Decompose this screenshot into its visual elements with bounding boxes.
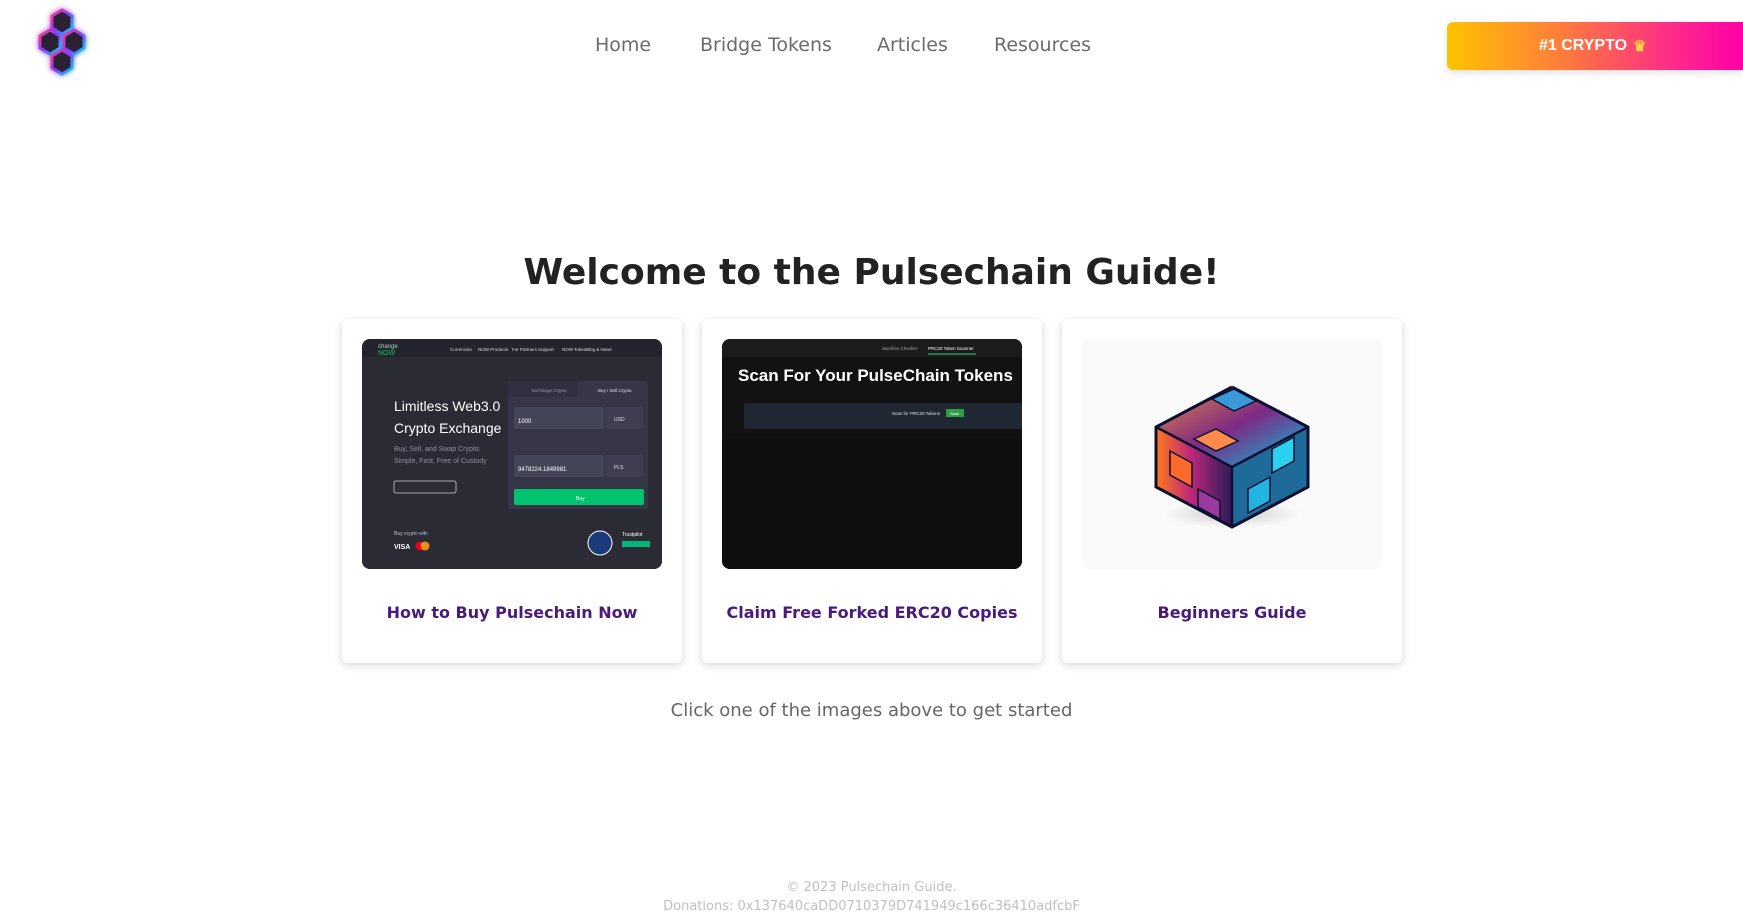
thumb-scan-text: Scan for PRC20 Tokens	[892, 411, 941, 416]
thumb-buy-button: Buy	[576, 496, 585, 502]
footer: © 2023 Pulsechain Guide. Donations: 0x13…	[0, 878, 1743, 916]
thumb-send-value: 1000	[518, 419, 532, 425]
thumb-headline-2: Crypto Exchange	[394, 420, 502, 436]
thumb-menu-4: Support	[538, 347, 555, 352]
card-label: How to Buy Pulsechain Now	[386, 603, 638, 622]
thumb-tagline-2: Simple, Fast, Free of Custody	[394, 458, 487, 465]
footer-donations: Donations: 0x137640caDD0710379D741949c16…	[663, 899, 1080, 914]
thumb-tagline-1: Buy, Sell, and Swap Crypto:	[394, 446, 481, 453]
thumb-tab-1: Exchange Crypto	[532, 388, 567, 393]
thumb-menu-1: Currencies	[450, 347, 473, 352]
get-started-hint: Click one of the images above to get sta…	[670, 700, 1073, 721]
thumb-tab-1: Sacrifice Checker	[882, 346, 918, 351]
thumb-brand-bottom: NOW	[378, 350, 396, 357]
token-scanner-screenshot-image: Sacrifice Checker PRC20 Token Scanner Sc…	[722, 339, 1022, 569]
thumb-headline: Scan For Your PulseChain Tokens	[738, 366, 1013, 385]
thumb-menu-3: For Partners	[512, 347, 538, 352]
hexagon-cube-image	[1082, 339, 1382, 569]
thumb-tab-2: Buy / Sell Crypto	[598, 388, 632, 393]
page-title: Welcome to the Pulsechain Guide!	[523, 252, 1220, 293]
nav-resources-link[interactable]: Resources	[994, 34, 1091, 56]
card-how-to-buy[interactable]: change NOW Currencies NOW Products For P…	[342, 319, 682, 663]
thumb-menu-6: Blog & News	[586, 347, 613, 352]
nav-home-link[interactable]: Home	[595, 34, 651, 56]
card-label: Beginners Guide	[1157, 603, 1307, 622]
thumb-headline-1: Limitless Web3.0	[394, 398, 501, 414]
crypto-cta-button[interactable]: #1 CRYPTO ♛	[1447, 22, 1743, 70]
cta-label: #1 CRYPTO	[1539, 37, 1628, 54]
card-beginners-guide[interactable]: Beginners Guide	[1062, 319, 1402, 663]
thumb-get-currency: PLS	[614, 465, 624, 471]
changenow-screenshot-image: change NOW Currencies NOW Products For P…	[362, 339, 662, 569]
thumb-trustpilot: Trustpilot	[622, 532, 643, 538]
thumb-tab-2: PRC20 Token Scanner	[928, 346, 974, 351]
crown-icon: ♛	[1633, 38, 1647, 55]
footer-copyright: © 2023 Pulsechain Guide.	[786, 880, 957, 895]
thumb-visa: VISA	[394, 544, 410, 551]
thumb-get-value: 9478224.1849981	[518, 467, 567, 473]
thumb-send-currency: USD	[614, 417, 625, 423]
thumb-scan-button: Scan	[950, 411, 959, 416]
thumb-pay-with: Buy crypto with	[394, 531, 428, 537]
card-claim-forked-copies[interactable]: Sacrifice Checker PRC20 Token Scanner Sc…	[702, 319, 1042, 663]
card-label: Claim Free Forked ERC20 Copies	[726, 603, 1018, 622]
thumb-menu-2: NOW Products	[478, 347, 509, 352]
thumb-menu-5: NOW Token	[562, 347, 587, 352]
nav-articles-link[interactable]: Articles	[877, 34, 948, 56]
nav-bridge-tokens-link[interactable]: Bridge Tokens	[700, 34, 832, 56]
